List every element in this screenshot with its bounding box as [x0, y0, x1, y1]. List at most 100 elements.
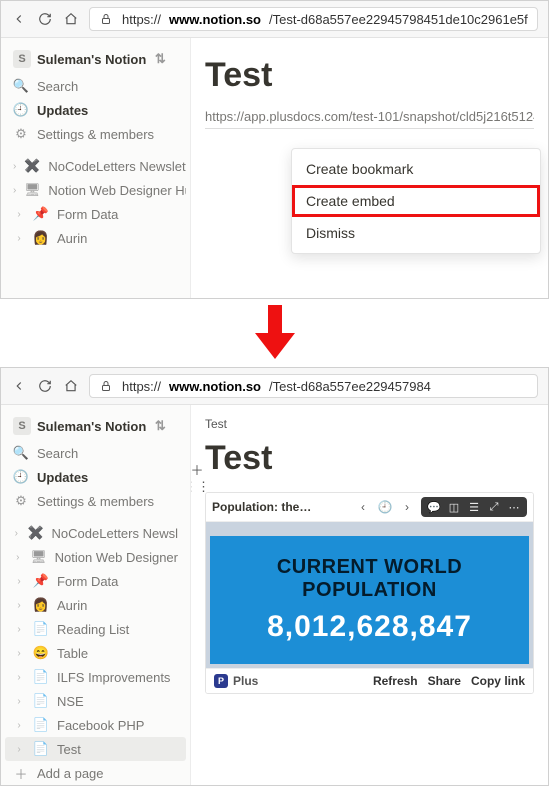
- page-icon: 👩: [33, 597, 49, 613]
- nav-label: Search: [37, 79, 78, 94]
- embed-title: Population: the…: [212, 500, 349, 514]
- sidebar-page[interactable]: ›🖥Notion Web Designer Hub: [5, 178, 186, 202]
- nav-search[interactable]: 🔍Search: [5, 441, 186, 465]
- sidebar-page[interactable]: ›📄Facebook PHP: [5, 713, 186, 737]
- reload-icon[interactable]: [37, 11, 53, 27]
- menu-create-bookmark[interactable]: Create bookmark: [292, 153, 540, 185]
- url-prefix: https://: [122, 12, 161, 27]
- url-path: /Test-d68a557ee22945798451de10c2961e5f: [269, 12, 528, 27]
- chevron-right-icon[interactable]: ›: [13, 624, 25, 635]
- url-path: /Test-d68a557ee229457984: [269, 379, 431, 394]
- embed-share[interactable]: Share: [428, 674, 461, 688]
- nav-label: Search: [37, 446, 78, 461]
- address-bar[interactable]: https://www.notion.so/Test-d68a557ee2294…: [89, 374, 538, 398]
- main-content: Test https://app.plusdocs.com/test-101/s…: [191, 38, 548, 298]
- chevron-right-icon[interactable]: ›: [13, 600, 25, 611]
- embed-copy-link[interactable]: Copy link: [471, 674, 525, 688]
- page-icon: ✖️: [28, 525, 44, 541]
- expand-icon[interactable]: ⤢: [485, 499, 503, 515]
- breadcrumb[interactable]: Test: [205, 415, 534, 431]
- nav-settings[interactable]: ⚙Settings & members: [5, 489, 186, 513]
- home-icon[interactable]: [63, 378, 79, 394]
- page-icon: 📄: [33, 669, 49, 685]
- nav-label: Settings & members: [37, 494, 154, 509]
- pasted-link[interactable]: https://app.plusdocs.com/test-101/snapsh…: [205, 109, 534, 129]
- comment-icon[interactable]: 💬: [425, 499, 443, 515]
- plus-logo-icon: P: [214, 674, 228, 688]
- back-icon[interactable]: [11, 11, 27, 27]
- sidebar-page[interactable]: › 📄 NSE: [5, 689, 186, 713]
- population-number: 8,012,628,847: [220, 610, 519, 644]
- address-bar[interactable]: https://www.notion.so/Test-d68a557ee2294…: [89, 7, 538, 31]
- sidebar-page[interactable]: ›📄ILFS Improvements: [5, 665, 186, 689]
- page-icon: 📌: [33, 573, 49, 589]
- sidebar-page[interactable]: ›👩Aurin: [5, 593, 186, 617]
- chevron-right-icon[interactable]: ›: [13, 233, 25, 244]
- main-content: Test Test ＋ ⋮⋮ Population: the… ‹ 🕘 › 💬 …: [191, 405, 548, 785]
- prev-icon[interactable]: ‹: [355, 499, 371, 515]
- plus-icon: ＋: [13, 765, 29, 781]
- next-icon[interactable]: ›: [399, 499, 415, 515]
- menu-create-embed[interactable]: Create embed: [292, 185, 540, 217]
- back-icon[interactable]: [11, 378, 27, 394]
- page-label: NoCodeLetters Newslett…: [48, 159, 186, 174]
- brand-label: Plus: [233, 674, 258, 688]
- history-icon[interactable]: 🕘: [377, 499, 393, 515]
- page-label: Form Data: [57, 207, 118, 222]
- sidebar-page[interactable]: ›📌Form Data: [5, 569, 186, 593]
- chevron-right-icon[interactable]: ›: [13, 720, 25, 731]
- layout-stack-icon[interactable]: ☰: [465, 499, 483, 515]
- browser-toolbar: https://www.notion.so/Test-d68a557ee2294…: [1, 1, 548, 38]
- chevron-right-icon[interactable]: ›: [13, 672, 25, 683]
- sidebar-page[interactable]: › ✖️ NoCodeLetters Newsl: [5, 521, 186, 545]
- block-gutter: ＋ ⋮⋮: [191, 461, 205, 495]
- sidebar-page[interactable]: ›📄Reading List: [5, 617, 186, 641]
- reload-icon[interactable]: [37, 378, 53, 394]
- sidebar-page[interactable]: ›👩Aurin: [5, 226, 186, 250]
- workspace-switcher[interactable]: S Suleman's Notion ⇅: [5, 411, 186, 441]
- drag-handle-icon[interactable]: ⋮⋮: [191, 479, 205, 495]
- page-label: NSE: [57, 694, 84, 709]
- clock-icon: 🕘: [13, 469, 29, 485]
- chevron-right-icon[interactable]: ›: [13, 209, 25, 220]
- sidebar: S Suleman's Notion ⇅ 🔍 Search 🕘Updates ⚙S…: [1, 38, 191, 298]
- embed-brand[interactable]: P Plus: [214, 674, 363, 688]
- sidebar-page[interactable]: ›📌Form Data: [5, 202, 186, 226]
- search-icon: 🔍: [13, 78, 29, 94]
- chevron-right-icon[interactable]: ›: [13, 744, 25, 755]
- chevron-right-icon[interactable]: ›: [13, 528, 20, 539]
- plus-embed: Population: the… ‹ 🕘 › 💬 ◫ ☰ ⤢ ⋯ CURRENT…: [205, 492, 534, 694]
- chevron-right-icon[interactable]: ›: [13, 161, 16, 172]
- add-block-icon[interactable]: ＋: [191, 461, 205, 477]
- chevron-right-icon[interactable]: ›: [13, 648, 25, 659]
- sidebar-page[interactable]: ›🖥Notion Web Designer: [5, 545, 186, 569]
- page-icon: 🖥: [24, 182, 40, 198]
- menu-dismiss[interactable]: Dismiss: [292, 217, 540, 249]
- embed-tool-group: 💬 ◫ ☰ ⤢ ⋯: [421, 497, 527, 517]
- page-title[interactable]: Test: [205, 56, 534, 95]
- page-label: NoCodeLetters Newsl: [52, 526, 178, 541]
- more-icon[interactable]: ⋯: [505, 499, 523, 515]
- page-icon: 📄: [33, 693, 49, 709]
- sidebar-page[interactable]: ›📄Test: [5, 737, 186, 761]
- nav-updates[interactable]: 🕘Updates: [5, 465, 186, 489]
- nav-settings[interactable]: ⚙Settings & members: [5, 122, 186, 146]
- chevron-right-icon[interactable]: ›: [13, 552, 23, 563]
- nav-label: Settings & members: [37, 127, 154, 142]
- chevron-right-icon[interactable]: ›: [13, 576, 25, 587]
- home-icon[interactable]: [63, 11, 79, 27]
- layout-split-icon[interactable]: ◫: [445, 499, 463, 515]
- page-title[interactable]: Test: [205, 439, 534, 478]
- sidebar-page[interactable]: ›😄Table: [5, 641, 186, 665]
- embed-refresh[interactable]: Refresh: [373, 674, 418, 688]
- nav-updates[interactable]: 🕘Updates: [5, 98, 186, 122]
- chevron-right-icon[interactable]: ›: [13, 696, 25, 707]
- workspace-switcher[interactable]: S Suleman's Notion ⇅: [5, 44, 186, 74]
- page-label: Aurin: [57, 231, 87, 246]
- url-host: www.notion.so: [169, 379, 261, 394]
- add-page[interactable]: ＋Add a page: [5, 761, 186, 785]
- nav-search[interactable]: 🔍 Search: [5, 74, 186, 98]
- workspace-name: Suleman's Notion: [37, 52, 146, 67]
- chevron-right-icon[interactable]: ›: [13, 185, 16, 196]
- sidebar-page[interactable]: ›✖️NoCodeLetters Newslett…: [5, 154, 186, 178]
